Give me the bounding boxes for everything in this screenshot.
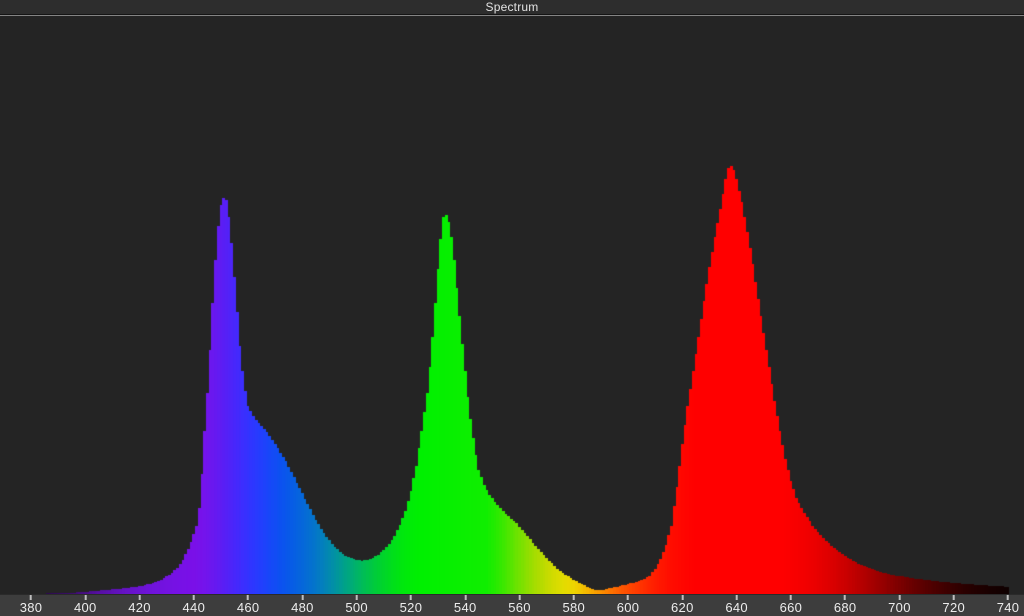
- x-axis-tick: 560: [508, 595, 531, 615]
- x-axis-tick: 680: [834, 595, 857, 615]
- x-axis-tick: 740: [997, 595, 1020, 615]
- x-axis-tick-label: 520: [400, 601, 423, 615]
- x-axis-tick-label: 720: [942, 601, 965, 615]
- x-axis-tick-label: 660: [780, 601, 803, 615]
- x-axis-tick-label: 500: [345, 601, 368, 615]
- x-axis-tick: 460: [237, 595, 260, 615]
- x-axis-tick-label: 380: [20, 601, 43, 615]
- x-axis-tick: 380: [20, 595, 43, 615]
- x-axis-tick-label: 640: [725, 601, 748, 615]
- x-axis-tick: 720: [942, 595, 965, 615]
- x-axis-tick-label: 620: [671, 601, 694, 615]
- spectrum-window: Spectrum 380 400 420 440 460 480 500 520 540 560 5…: [0, 0, 1024, 616]
- window-title: Spectrum: [486, 0, 539, 14]
- x-axis-tick: 700: [888, 595, 911, 615]
- x-axis-tick-label: 400: [74, 601, 97, 615]
- x-axis-tick: 400: [74, 595, 97, 615]
- x-axis-tick: 540: [454, 595, 477, 615]
- x-axis-tick-label: 580: [562, 601, 585, 615]
- x-axis-tick-label: 560: [508, 601, 531, 615]
- x-axis-tick: 480: [291, 595, 314, 615]
- x-axis-tick-label: 540: [454, 601, 477, 615]
- x-axis-tick: 440: [183, 595, 206, 615]
- x-axis-tick: 640: [725, 595, 748, 615]
- x-axis-tick: 580: [562, 595, 585, 615]
- x-axis-tick: 500: [345, 595, 368, 615]
- x-axis-tick: 620: [671, 595, 694, 615]
- x-axis-tick: 520: [400, 595, 423, 615]
- x-axis: 380 400 420 440 460 480 500 520 540 560 580 600 620 6…: [0, 594, 1024, 616]
- spectrum-plot: [0, 16, 1024, 594]
- plot-area: [0, 16, 1024, 594]
- x-axis-tick-label: 420: [128, 601, 151, 615]
- x-axis-tick-label: 680: [834, 601, 857, 615]
- x-axis-tick-label: 440: [183, 601, 206, 615]
- x-axis-tick: 600: [617, 595, 640, 615]
- x-axis-tick: 660: [780, 595, 803, 615]
- x-axis-tick: 420: [128, 595, 151, 615]
- x-axis-tick-label: 600: [617, 601, 640, 615]
- x-axis-tick-label: 740: [997, 601, 1020, 615]
- x-axis-tick-label: 700: [888, 601, 911, 615]
- x-axis-tick-label: 460: [237, 601, 260, 615]
- window-titlebar[interactable]: Spectrum: [0, 0, 1024, 14]
- x-axis-tick-label: 480: [291, 601, 314, 615]
